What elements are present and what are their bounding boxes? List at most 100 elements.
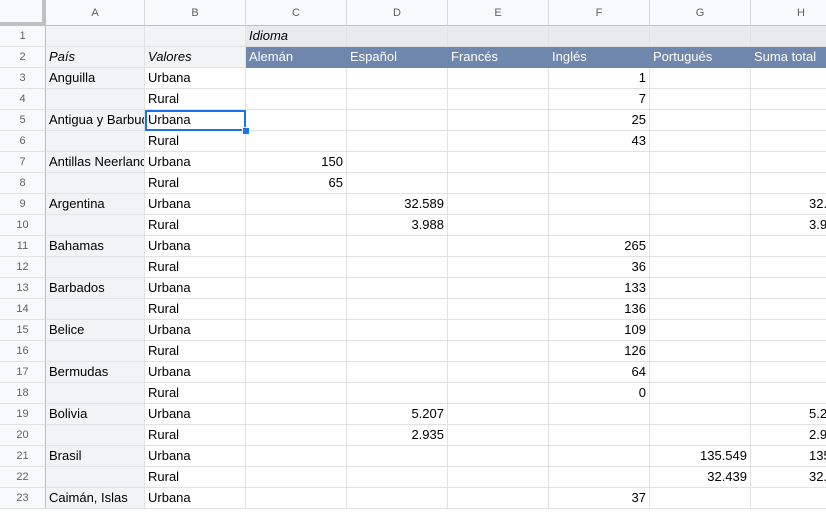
country-cell[interactable]	[46, 215, 145, 236]
value-cell[interactable]	[549, 404, 650, 425]
value-cell[interactable]	[448, 236, 549, 257]
value-cell[interactable]	[246, 257, 347, 278]
country-cell[interactable]: Antillas Neerlandesas	[46, 152, 145, 173]
column-header-g[interactable]: G	[650, 0, 751, 26]
country-cell[interactable]: Bolivia	[46, 404, 145, 425]
column-header-a[interactable]: A	[46, 0, 145, 26]
value-cell[interactable]: 36	[549, 257, 650, 278]
row-header-10[interactable]: 10	[0, 215, 46, 236]
row-header-19[interactable]: 19	[0, 404, 46, 425]
row-header-4[interactable]: 4	[0, 89, 46, 110]
value-cell[interactable]	[448, 341, 549, 362]
value-cell[interactable]	[246, 467, 347, 488]
value-cell[interactable]	[347, 446, 448, 467]
value-cell[interactable]	[246, 404, 347, 425]
column-header-f[interactable]: F	[549, 0, 650, 26]
country-cell[interactable]: Caimán, Islas	[46, 488, 145, 509]
column-header-c[interactable]: C	[246, 0, 347, 26]
column-header-e[interactable]: E	[448, 0, 549, 26]
value-cell[interactable]	[246, 320, 347, 341]
value-cell[interactable]	[751, 131, 826, 152]
value-cell[interactable]	[347, 488, 448, 509]
valor-cell[interactable]: Urbana	[145, 194, 246, 215]
cell[interactable]	[448, 26, 549, 47]
row-header-3[interactable]: 3	[0, 68, 46, 89]
country-cell[interactable]	[46, 425, 145, 446]
value-cell[interactable]: 25	[549, 110, 650, 131]
valor-cell[interactable]: Urbana	[145, 320, 246, 341]
valor-cell[interactable]: Rural	[145, 383, 246, 404]
row-header-13[interactable]: 13	[0, 278, 46, 299]
value-cell[interactable]	[347, 236, 448, 257]
value-cell[interactable]: 43	[549, 131, 650, 152]
value-cell[interactable]	[347, 383, 448, 404]
value-cell[interactable]: 150	[246, 152, 347, 173]
value-cell[interactable]	[751, 110, 826, 131]
value-cell[interactable]	[751, 341, 826, 362]
value-cell[interactable]	[246, 194, 347, 215]
value-cell[interactable]: 5.207	[751, 404, 826, 425]
country-cell[interactable]: Anguilla	[46, 68, 145, 89]
selection-fill-handle[interactable]	[242, 127, 250, 135]
value-cell[interactable]	[347, 299, 448, 320]
value-cell[interactable]	[347, 467, 448, 488]
value-cell[interactable]	[448, 194, 549, 215]
value-cell[interactable]	[751, 362, 826, 383]
valor-cell[interactable]: Urbana	[145, 236, 246, 257]
value-cell[interactable]	[246, 341, 347, 362]
row-header-18[interactable]: 18	[0, 383, 46, 404]
value-cell[interactable]	[448, 68, 549, 89]
value-cell[interactable]	[650, 215, 751, 236]
value-cell[interactable]: 135.549	[751, 446, 826, 467]
pivot-column-header[interactable]: Alemán	[246, 47, 347, 68]
value-cell[interactable]	[650, 320, 751, 341]
value-cell[interactable]	[751, 68, 826, 89]
country-cell[interactable]	[46, 467, 145, 488]
value-cell[interactable]	[751, 236, 826, 257]
pivot-column-header[interactable]: Suma total	[751, 47, 826, 68]
value-cell[interactable]: 126	[549, 341, 650, 362]
value-cell[interactable]: 5.207	[347, 404, 448, 425]
value-cell[interactable]	[246, 131, 347, 152]
value-cell[interactable]	[246, 278, 347, 299]
value-cell[interactable]	[549, 446, 650, 467]
row-header-14[interactable]: 14	[0, 299, 46, 320]
pivot-column-header[interactable]: Inglés	[549, 47, 650, 68]
value-cell[interactable]: 2.935	[751, 425, 826, 446]
valor-cell[interactable]: Urbana	[145, 446, 246, 467]
value-cell[interactable]	[448, 257, 549, 278]
value-cell[interactable]	[751, 173, 826, 194]
valor-cell[interactable]: Rural	[145, 425, 246, 446]
value-cell[interactable]	[650, 383, 751, 404]
value-cell[interactable]	[650, 173, 751, 194]
country-cell[interactable]	[46, 131, 145, 152]
row-header-17[interactable]: 17	[0, 362, 46, 383]
value-cell[interactable]: 32.589	[347, 194, 448, 215]
row-header-9[interactable]: 9	[0, 194, 46, 215]
value-cell[interactable]	[751, 383, 826, 404]
value-cell[interactable]	[347, 278, 448, 299]
value-cell[interactable]	[347, 152, 448, 173]
value-cell[interactable]: 37	[549, 488, 650, 509]
value-cell[interactable]: 7	[549, 89, 650, 110]
value-cell[interactable]	[246, 215, 347, 236]
row-header-22[interactable]: 22	[0, 467, 46, 488]
value-cell[interactable]: 109	[549, 320, 650, 341]
valor-cell[interactable]: Rural	[145, 467, 246, 488]
value-cell[interactable]: 2.935	[347, 425, 448, 446]
cell[interactable]	[46, 26, 145, 47]
value-cell[interactable]	[448, 320, 549, 341]
value-cell[interactable]	[347, 173, 448, 194]
value-cell[interactable]	[650, 110, 751, 131]
value-cell[interactable]	[448, 278, 549, 299]
row-header-21[interactable]: 21	[0, 446, 46, 467]
row-header-5[interactable]: 5	[0, 110, 46, 131]
valor-cell[interactable]: Rural	[145, 173, 246, 194]
value-cell[interactable]	[751, 89, 826, 110]
value-cell[interactable]	[448, 152, 549, 173]
value-cell[interactable]	[448, 89, 549, 110]
row-header-20[interactable]: 20	[0, 425, 46, 446]
value-cell[interactable]	[347, 341, 448, 362]
value-cell[interactable]	[650, 236, 751, 257]
value-cell[interactable]	[246, 425, 347, 446]
